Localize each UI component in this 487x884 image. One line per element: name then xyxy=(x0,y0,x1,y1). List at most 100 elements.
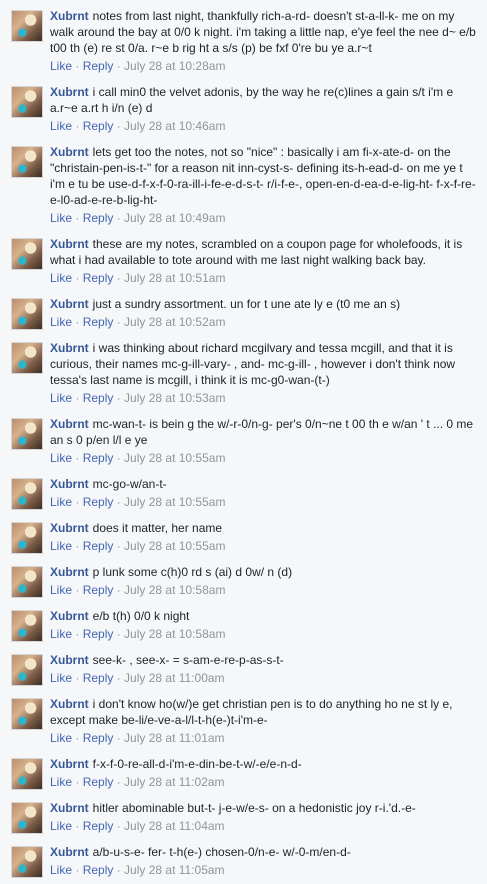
avatar[interactable] xyxy=(11,298,43,330)
comment-timestamp[interactable]: July 28 at 10:51am xyxy=(124,271,225,285)
comment-timestamp[interactable]: July 28 at 10:28am xyxy=(124,59,225,73)
avatar[interactable] xyxy=(11,758,43,790)
comment-timestamp[interactable]: July 28 at 10:55am xyxy=(124,495,225,509)
avatar[interactable] xyxy=(11,698,43,730)
like-link[interactable]: Like xyxy=(50,211,72,225)
avatar[interactable] xyxy=(11,10,43,42)
comment-timestamp[interactable]: July 28 at 11:00am xyxy=(124,671,225,685)
comment-timestamp[interactable]: July 28 at 10:58am xyxy=(124,583,225,597)
comment-timestamp[interactable]: July 28 at 10:55am xyxy=(124,451,225,465)
like-link[interactable]: Like xyxy=(50,119,72,133)
reply-link[interactable]: Reply xyxy=(83,495,114,509)
avatar[interactable] xyxy=(11,522,43,554)
author-name[interactable]: Xubrnt xyxy=(50,565,89,579)
comment-body: Xubrnt f-x-f-0-re-all-d-i'm-e-din-be-t-w/… xyxy=(50,756,479,794)
comment-thread: Xubrnt notes from last night, thankfully … xyxy=(0,0,487,884)
comment-body: Xubrnt lets get too the notes, not so "ni… xyxy=(50,144,479,230)
like-link[interactable]: Like xyxy=(50,271,72,285)
reply-link[interactable]: Reply xyxy=(83,583,114,597)
reply-link[interactable]: Reply xyxy=(83,671,114,685)
like-link[interactable]: Like xyxy=(50,451,72,465)
comment-timestamp[interactable]: July 28 at 10:46am xyxy=(124,119,225,133)
separator: · xyxy=(113,863,125,877)
reply-link[interactable]: Reply xyxy=(83,271,114,285)
comment-timestamp[interactable]: July 28 at 11:04am xyxy=(124,819,225,833)
like-link[interactable]: Like xyxy=(50,731,72,745)
reply-link[interactable]: Reply xyxy=(83,59,114,73)
avatar[interactable] xyxy=(11,418,43,450)
comment-body: Xubrnt i don't know ho(w/)e get christian… xyxy=(50,696,479,750)
avatar[interactable] xyxy=(11,802,43,834)
like-link[interactable]: Like xyxy=(50,627,72,641)
comment-timestamp[interactable]: July 28 at 10:53am xyxy=(124,391,225,405)
reply-link[interactable]: Reply xyxy=(83,775,114,789)
author-name[interactable]: Xubrnt xyxy=(50,341,89,355)
separator: · xyxy=(113,119,125,133)
like-link[interactable]: Like xyxy=(50,315,72,329)
avatar[interactable] xyxy=(11,846,43,878)
comment-message: e/b t(h) 0/0 k night xyxy=(92,609,190,623)
author-name[interactable]: Xubrnt xyxy=(50,609,89,623)
author-name[interactable]: Xubrnt xyxy=(50,417,89,431)
reply-link[interactable]: Reply xyxy=(83,863,114,877)
author-name[interactable]: Xubrnt xyxy=(50,9,89,23)
reply-link[interactable]: Reply xyxy=(83,819,114,833)
avatar[interactable] xyxy=(11,146,43,178)
separator: · xyxy=(72,819,83,833)
like-link[interactable]: Like xyxy=(50,391,72,405)
comment-body: Xubrnt see-k- , see-x- = s-am-e-re-p-as-s… xyxy=(50,652,479,690)
reply-link[interactable]: Reply xyxy=(83,627,114,641)
author-name[interactable]: Xubrnt xyxy=(50,801,89,815)
author-name[interactable]: Xubrnt xyxy=(50,477,89,491)
separator: · xyxy=(72,671,83,685)
comment-timestamp[interactable]: July 28 at 10:55am xyxy=(124,539,225,553)
comment-timestamp[interactable]: July 28 at 10:49am xyxy=(124,211,225,225)
author-name[interactable]: Xubrnt xyxy=(50,697,89,711)
reply-link[interactable]: Reply xyxy=(83,211,114,225)
comment: Xubrnt lets get too the notes, not so "ni… xyxy=(0,140,487,232)
separator: · xyxy=(113,495,125,509)
author-name[interactable]: Xubrnt xyxy=(50,757,89,771)
avatar[interactable] xyxy=(11,342,43,374)
reply-link[interactable]: Reply xyxy=(83,731,114,745)
like-link[interactable]: Like xyxy=(50,539,72,553)
like-link[interactable]: Like xyxy=(50,671,72,685)
comment-timestamp[interactable]: July 28 at 11:01am xyxy=(124,731,225,745)
comment-text: Xubrnt p lunk some c(h)0 rd s (ai) d 0w/ … xyxy=(50,564,479,580)
author-name[interactable]: Xubrnt xyxy=(50,85,89,99)
comment-timestamp[interactable]: July 28 at 10:52am xyxy=(124,315,225,329)
like-link[interactable]: Like xyxy=(50,495,72,509)
author-name[interactable]: Xubrnt xyxy=(50,297,89,311)
like-link[interactable]: Like xyxy=(50,583,72,597)
avatar[interactable] xyxy=(11,238,43,270)
separator: · xyxy=(72,731,83,745)
separator: · xyxy=(113,451,125,465)
comment-text: Xubrnt notes from last night, thankfully … xyxy=(50,8,479,56)
comment-timestamp[interactable]: July 28 at 10:58am xyxy=(124,627,225,641)
reply-link[interactable]: Reply xyxy=(83,539,114,553)
reply-link[interactable]: Reply xyxy=(83,451,114,465)
separator: · xyxy=(72,315,83,329)
reply-link[interactable]: Reply xyxy=(83,391,114,405)
comment-timestamp[interactable]: July 28 at 11:02am xyxy=(124,775,225,789)
avatar[interactable] xyxy=(11,610,43,642)
comment: Xubrnt does it matter, her name Like · Re… xyxy=(0,516,487,560)
author-name[interactable]: Xubrnt xyxy=(50,521,89,535)
like-link[interactable]: Like xyxy=(50,775,72,789)
like-link[interactable]: Like xyxy=(50,59,72,73)
reply-link[interactable]: Reply xyxy=(83,315,114,329)
comment-message: p lunk some c(h)0 rd s (ai) d 0w/ n (d) xyxy=(92,565,293,579)
reply-link[interactable]: Reply xyxy=(83,119,114,133)
avatar[interactable] xyxy=(11,86,43,118)
avatar[interactable] xyxy=(11,654,43,686)
comment-actions: Like · Reply · July 28 at 10:55am xyxy=(50,538,479,554)
like-link[interactable]: Like xyxy=(50,819,72,833)
author-name[interactable]: Xubrnt xyxy=(50,145,89,159)
avatar[interactable] xyxy=(11,478,43,510)
comment-timestamp[interactable]: July 28 at 11:05am xyxy=(124,863,225,877)
author-name[interactable]: Xubrnt xyxy=(50,845,89,859)
like-link[interactable]: Like xyxy=(50,863,72,877)
author-name[interactable]: Xubrnt xyxy=(50,653,89,667)
author-name[interactable]: Xubrnt xyxy=(50,237,89,251)
avatar[interactable] xyxy=(11,566,43,598)
